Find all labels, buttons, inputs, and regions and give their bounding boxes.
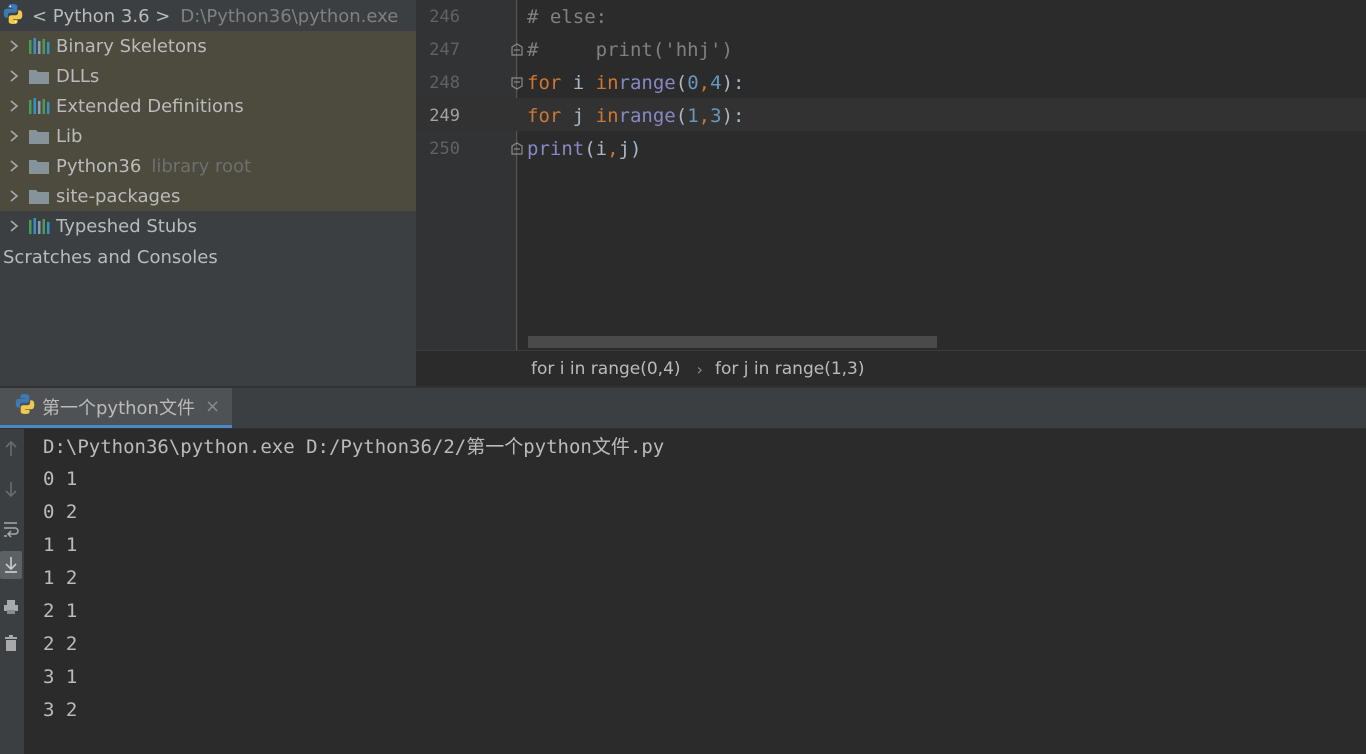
line-number: 248 (429, 72, 460, 93)
fold-marker-icon[interactable] (510, 42, 524, 56)
code-line[interactable]: for j in range(1, 3): (527, 99, 744, 132)
python-logo-icon (2, 3, 24, 30)
line-number-current: 249 (429, 105, 460, 126)
tree-item-extended-definitions[interactable]: Extended Definitions (0, 91, 416, 121)
folder-icon (28, 186, 50, 206)
chevron-right-icon[interactable] (4, 129, 24, 143)
breadcrumb-item[interactable]: for i in range(0,4) (531, 359, 681, 379)
tree-item-site-packages[interactable]: site-packages (0, 181, 416, 211)
console-output-line: 0 1 (43, 467, 78, 490)
project-tree-panel: < Python 3.6 > D:\Python36\python.exe Bi… (0, 0, 416, 386)
console-output-line: 1 1 (43, 533, 78, 556)
breadcrumb: for i in range(0,4) › for j in range(1,3… (416, 350, 1366, 387)
tree-item-label: DLLs (56, 65, 100, 87)
tree-item-binary-skeletons[interactable]: Binary Skeletons (0, 31, 416, 61)
run-toolbar (0, 429, 24, 754)
code-line[interactable]: print (i, j) (527, 132, 641, 165)
console-output-line: 1 2 (43, 566, 78, 589)
tree-item-dlls[interactable]: DLLs (0, 61, 416, 91)
tree-item-typeshed-stubs[interactable]: Typeshed Stubs (0, 211, 416, 241)
console-output-line: 3 2 (43, 698, 78, 721)
chevron-right-icon[interactable] (4, 189, 24, 203)
library-bars-icon (28, 36, 50, 56)
chevron-right-icon[interactable] (4, 99, 24, 113)
python-logo-icon (14, 393, 36, 420)
breadcrumb-separator: › (696, 359, 703, 379)
line-number: 247 (429, 39, 460, 60)
arrow-up-icon[interactable] (0, 435, 22, 463)
line-number: 250 (429, 138, 460, 159)
trash-icon[interactable] (0, 629, 22, 657)
print-icon[interactable] (0, 593, 22, 621)
library-root-hint: library root (151, 155, 252, 177)
tree-item-label: Typeshed Stubs (56, 215, 198, 237)
library-bars-icon (28, 96, 50, 116)
run-tab-bar: 第一个python文件 × (0, 388, 1366, 429)
scroll-to-end-icon[interactable] (0, 551, 22, 579)
tree-item-label: site-packages (56, 185, 181, 207)
library-bars-icon (28, 216, 50, 236)
breadcrumb-item[interactable]: for j in range(1,3) (715, 359, 865, 379)
console-command-line: D:\Python36\python.exe D:/Python36/2/第一个… (43, 436, 665, 458)
code-line[interactable]: # print('hhj') (527, 33, 733, 66)
tree-item-label: Lib (56, 125, 83, 147)
code-line[interactable]: for i in range(0, 4): (527, 66, 744, 99)
tree-item-lib[interactable]: Lib (0, 121, 416, 151)
chevron-right-icon[interactable] (4, 69, 24, 83)
folder-icon (28, 126, 50, 146)
console-output-line: 3 1 (43, 665, 78, 688)
tree-item-label: Extended Definitions (56, 95, 244, 117)
folder-icon (28, 156, 50, 176)
sdk-label: < Python 3.6 > (32, 5, 171, 27)
tree-item-label: Binary Skeletons (56, 35, 207, 57)
code-line[interactable]: # else: (527, 0, 607, 33)
run-tab-label: 第一个python文件 (42, 397, 195, 419)
chevron-right-icon[interactable] (4, 39, 24, 53)
tree-item-python36[interactable]: Python36 library root (0, 151, 416, 181)
tree-item-label: Python36 (56, 155, 142, 177)
sdk-header-row[interactable]: < Python 3.6 > D:\Python36\python.exe (0, 0, 416, 32)
console-output-line: 2 1 (43, 599, 78, 622)
run-tab[interactable]: 第一个python文件 × (0, 388, 232, 428)
fold-marker-icon[interactable] (510, 75, 524, 90)
run-console[interactable] (24, 429, 1366, 754)
chevron-right-icon[interactable] (4, 159, 24, 173)
soft-wrap-icon[interactable] (0, 515, 22, 543)
fold-marker-icon[interactable] (510, 141, 524, 155)
tree-item-scratches[interactable]: Scratches and Consoles (3, 244, 218, 270)
line-number: 246 (429, 6, 460, 27)
console-output-line: 0 2 (43, 500, 78, 523)
chevron-right-icon[interactable] (4, 219, 24, 233)
folder-icon (28, 66, 50, 86)
console-output-line: 2 2 (43, 632, 78, 655)
horizontal-scrollbar[interactable] (528, 336, 937, 348)
sdk-path: D:\Python36\python.exe (180, 5, 399, 27)
arrow-down-icon[interactable] (0, 475, 22, 503)
close-icon[interactable]: × (205, 396, 220, 417)
